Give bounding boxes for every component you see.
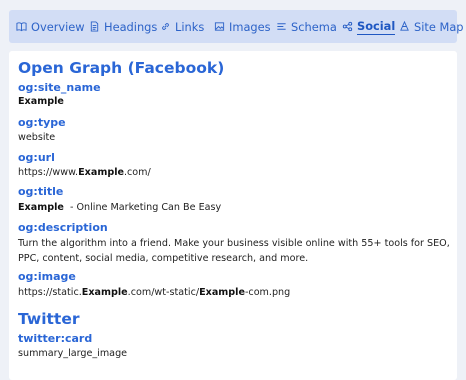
tab-overview-label: Overview xyxy=(31,19,85,34)
tab-bar: Overview Headings Links Images Schema So… xyxy=(9,10,464,43)
twitter-heading: Twitter xyxy=(18,310,80,328)
tab-site-map[interactable]: Site Map xyxy=(399,10,464,43)
tab-headings[interactable]: Headings xyxy=(89,10,157,43)
twitter-card-key: twitter:card xyxy=(18,332,93,345)
image-icon xyxy=(214,22,225,31)
social-panel: Open Graph (Facebook) og:site_name Examp… xyxy=(9,51,457,380)
book-icon xyxy=(16,22,27,32)
og-title-key: og:title xyxy=(18,185,64,198)
sitemap-icon xyxy=(400,21,409,31)
tab-images-label: Images xyxy=(229,19,271,34)
og-site-name-value: Example xyxy=(18,96,64,107)
tab-schema-label: Schema xyxy=(291,19,337,34)
share-icon xyxy=(342,21,353,32)
tab-links[interactable]: Links xyxy=(160,10,204,43)
og-title-value: Example - Online Marketing Can Be Easy xyxy=(18,202,222,213)
og-image-value: https://static.Example.com/wt-static/Exa… xyxy=(18,287,291,298)
og-url-key: og:url xyxy=(18,151,55,164)
open-graph-heading: Open Graph (Facebook) xyxy=(18,59,225,77)
list-icon xyxy=(277,23,286,30)
og-type-value: website xyxy=(18,132,56,143)
og-description-value: Turn the algorithm into a friend. Make y… xyxy=(18,238,450,264)
tab-schema[interactable]: Schema xyxy=(276,10,337,43)
tab-social[interactable]: Social xyxy=(342,10,396,43)
tab-headings-label: Headings xyxy=(104,19,158,34)
og-type-key: og:type xyxy=(18,116,66,129)
tab-images[interactable]: Images xyxy=(214,10,271,43)
tab-social-label: Social xyxy=(357,18,396,35)
document-icon xyxy=(90,21,99,32)
og-description-key: og:description xyxy=(18,221,108,234)
tab-site-map-label: Site Map xyxy=(414,19,464,34)
tab-overview[interactable]: Overview xyxy=(16,10,85,43)
og-image-key: og:image xyxy=(18,270,76,283)
link-icon xyxy=(162,23,169,30)
og-site-name-key: og:site_name xyxy=(18,81,101,94)
og-url-value: https://www.Example.com/ xyxy=(18,167,151,178)
tab-links-label: Links xyxy=(175,19,205,34)
twitter-card-value: summary_large_image xyxy=(18,348,128,359)
